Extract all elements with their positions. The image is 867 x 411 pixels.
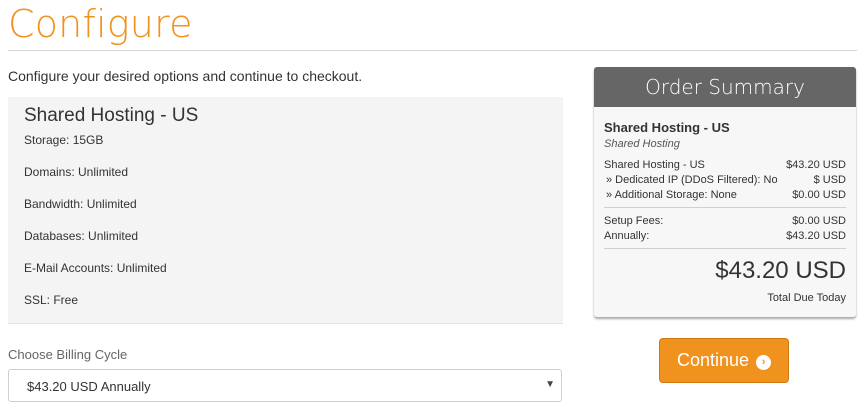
feature-bandwidth: Bandwidth: Unlimited bbox=[24, 197, 137, 211]
continue-button[interactable]: Continue › bbox=[659, 338, 789, 383]
continue-button-label: Continue bbox=[676, 350, 750, 370]
summary-divider bbox=[604, 207, 846, 208]
feature-ssl: SSL: Free bbox=[24, 293, 79, 307]
summary-line-value: $ USD bbox=[813, 174, 846, 186]
summary-fee-value: $43.20 USD bbox=[786, 230, 846, 242]
product-info-panel: Shared Hosting - US Storage: 15GB Domain… bbox=[8, 97, 563, 324]
summary-total-label: Total Due Today bbox=[767, 292, 846, 304]
page-title: Configure bbox=[8, 2, 193, 46]
order-summary-panel: Order Summary Shared Hosting - US Shared… bbox=[594, 67, 856, 317]
order-summary-heading: Order Summary bbox=[594, 67, 856, 107]
summary-product-group: Shared Hosting bbox=[604, 138, 680, 150]
billing-cycle-select[interactable]: $43.20 USD Annually ▼ bbox=[8, 369, 562, 402]
arrow-right-circle-icon: › bbox=[756, 355, 772, 370]
feature-storage: Storage: 15GB bbox=[24, 133, 104, 147]
summary-product-name: Shared Hosting - US bbox=[604, 120, 730, 135]
summary-line-value: $43.20 USD bbox=[786, 159, 846, 171]
summary-line-label: » Additional Storage: None bbox=[606, 189, 737, 201]
feature-databases: Databases: Unlimited bbox=[24, 229, 139, 243]
summary-line-label: » Dedicated IP (DDoS Filtered): No bbox=[606, 174, 778, 186]
summary-line-value: $0.00 USD bbox=[792, 189, 846, 201]
intro-text: Configure your desired options and conti… bbox=[8, 68, 363, 84]
summary-fee-label: Setup Fees: bbox=[604, 215, 664, 227]
feature-domains: Domains: Unlimited bbox=[24, 165, 129, 179]
product-name: Shared Hosting - US bbox=[24, 105, 199, 126]
summary-divider bbox=[604, 248, 846, 249]
summary-fee-label: Annually: bbox=[604, 230, 650, 242]
feature-email-accounts: E-Mail Accounts: Unlimited bbox=[24, 261, 167, 275]
billing-cycle-label: Choose Billing Cycle bbox=[8, 347, 128, 362]
dropdown-caret-icon: ▼ bbox=[545, 379, 555, 390]
summary-fee-value: $0.00 USD bbox=[792, 215, 846, 227]
title-divider bbox=[8, 50, 857, 51]
summary-line-label: Shared Hosting - US bbox=[604, 159, 705, 171]
summary-total: $43.20 USD bbox=[715, 257, 846, 284]
billing-cycle-value: $43.20 USD Annually bbox=[27, 379, 151, 394]
